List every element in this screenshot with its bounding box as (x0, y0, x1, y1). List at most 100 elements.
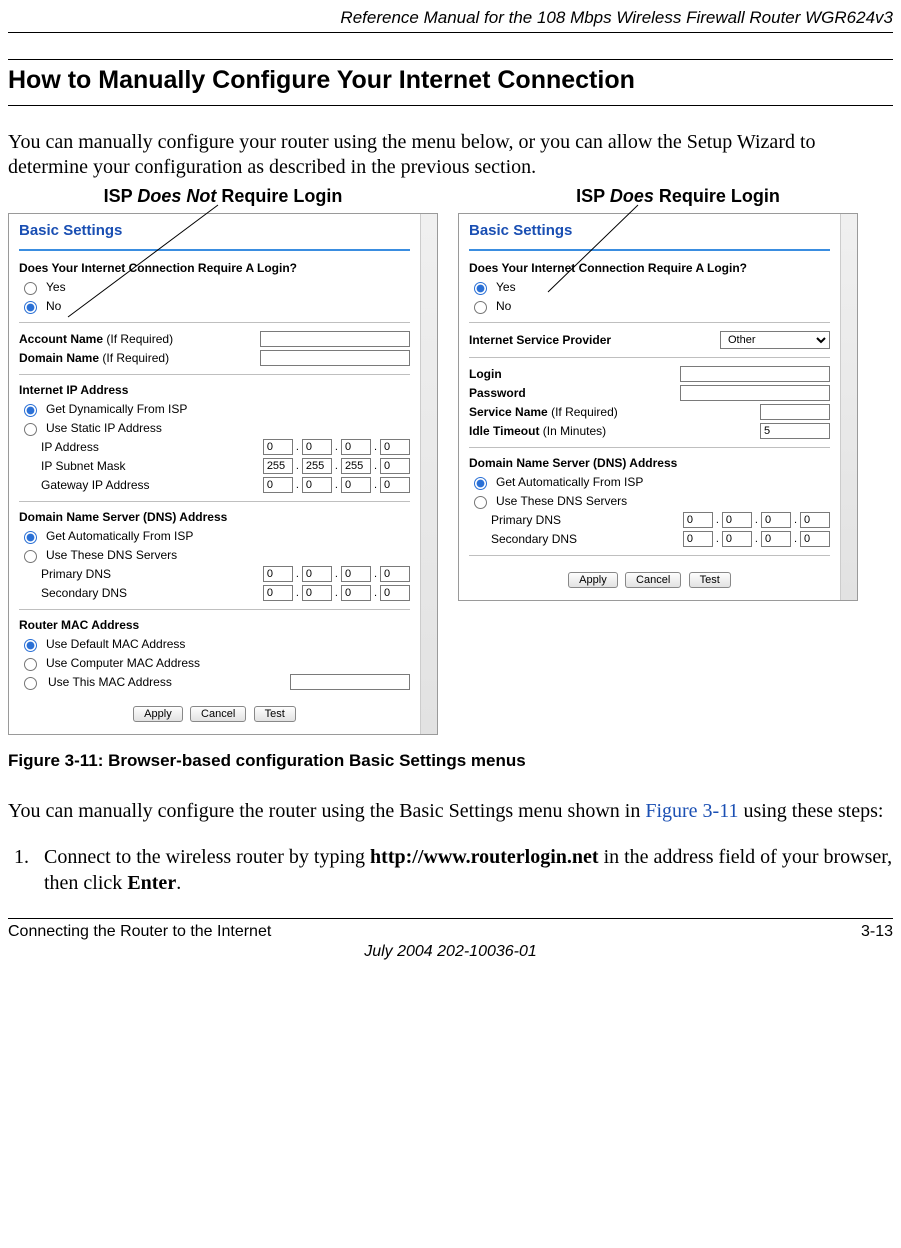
ip-d[interactable] (380, 439, 410, 455)
password-label: Password (469, 386, 526, 400)
caption-right: ISP Does Require Login (478, 186, 878, 207)
pdns-d-l[interactable] (380, 566, 410, 582)
figure-link[interactable]: Figure 3-11 (645, 800, 738, 822)
label-static-ip: Use Static IP Address (46, 421, 162, 435)
mac-heading: Router MAC Address (19, 618, 410, 632)
sdns-c-l[interactable] (341, 585, 371, 601)
sdns-a-r[interactable] (683, 531, 713, 547)
ip-b[interactable] (302, 439, 332, 455)
sdns-d-l[interactable] (380, 585, 410, 601)
radio-mac-computer[interactable] (24, 658, 37, 671)
ip-c[interactable] (341, 439, 371, 455)
radio-dns-auto-right[interactable] (474, 477, 487, 490)
isp-select[interactable]: Other (720, 331, 830, 349)
primary-dns-group-right: . . . (683, 512, 830, 528)
radio-no-left[interactable] (24, 301, 37, 314)
gw-a[interactable] (263, 477, 293, 493)
radio-dns-use-right[interactable] (474, 496, 487, 509)
scrollbar-left[interactable] (420, 214, 437, 734)
subnet-label: IP Subnet Mask (41, 459, 257, 473)
figure-caption: Figure 3-11: Browser-based configuration… (8, 751, 893, 771)
pdns-a-l[interactable] (263, 566, 293, 582)
cancel-button-left[interactable]: Cancel (190, 706, 246, 722)
gateway-group: . . . (263, 477, 410, 493)
pdns-c-l[interactable] (341, 566, 371, 582)
panel-title-right: Basic Settings (469, 222, 830, 245)
radio-yes-right[interactable] (474, 282, 487, 295)
page-footer: Connecting the Router to the Internet 3-… (8, 918, 893, 961)
pdns-d-r[interactable] (800, 512, 830, 528)
sdns-c-r[interactable] (761, 531, 791, 547)
caption-right-post: Require Login (654, 186, 780, 206)
mask-b[interactable] (302, 458, 332, 474)
radio-dns-use-left[interactable] (24, 550, 37, 563)
ip-address-group: . . . (263, 439, 410, 455)
gw-b[interactable] (302, 477, 332, 493)
radio-no-right[interactable] (474, 301, 487, 314)
sdns-a-l[interactable] (263, 585, 293, 601)
pdns-a-r[interactable] (683, 512, 713, 528)
ip-a[interactable] (263, 439, 293, 455)
scrollbar-right[interactable] (840, 214, 857, 600)
after-figure-paragraph: You can manually configure the router us… (8, 799, 893, 824)
after-figure-post: using these steps: (738, 800, 883, 822)
login-input[interactable] (680, 366, 830, 382)
account-name-input[interactable] (260, 331, 410, 347)
sdns-b-r[interactable] (722, 531, 752, 547)
pdns-b-l[interactable] (302, 566, 332, 582)
radio-mac-this[interactable] (24, 677, 37, 690)
radio-static-ip[interactable] (24, 423, 37, 436)
if-required-right: (If Required) (551, 405, 618, 419)
internet-ip-heading: Internet IP Address (19, 383, 410, 397)
gw-c[interactable] (341, 477, 371, 493)
apply-button-right[interactable]: Apply (568, 572, 618, 588)
gateway-label: Gateway IP Address (41, 478, 257, 492)
caption-right-em: Does (610, 186, 654, 206)
test-button-right[interactable]: Test (689, 572, 731, 588)
radio-dyn-ip[interactable] (24, 404, 37, 417)
pdns-c-r[interactable] (761, 512, 791, 528)
mask-c[interactable] (341, 458, 371, 474)
cancel-button-right[interactable]: Cancel (625, 572, 681, 588)
secondary-dns-group-left: . . . (263, 585, 410, 601)
radio-yes-left[interactable] (24, 282, 37, 295)
secondary-dns-label-left: Secondary DNS (41, 586, 257, 600)
caption-left-pre: ISP (104, 186, 138, 206)
domain-name-input[interactable] (260, 350, 410, 366)
radio-dns-auto-left[interactable] (24, 531, 37, 544)
pdns-b-r[interactable] (722, 512, 752, 528)
password-input[interactable] (680, 385, 830, 401)
apply-button-left[interactable]: Apply (133, 706, 183, 722)
divider (19, 322, 410, 323)
steps-list: Connect to the wireless router by typing… (8, 844, 893, 896)
step1-url: http://www.routerlogin.net (370, 846, 599, 868)
page-heading: How to Manually Configure Your Internet … (8, 59, 893, 106)
divider (469, 357, 830, 358)
service-name-input[interactable] (760, 404, 830, 420)
sdns-b-l[interactable] (302, 585, 332, 601)
mask-a[interactable] (263, 458, 293, 474)
panel-login: Basic Settings Does Your Internet Connec… (458, 213, 858, 601)
after-figure-pre: You can manually configure the router us… (8, 800, 645, 822)
caption-left-post: Require Login (216, 186, 342, 206)
mask-d[interactable] (380, 458, 410, 474)
secondary-dns-group-right: . . . (683, 531, 830, 547)
label-yes-left: Yes (46, 280, 66, 294)
caption-right-pre: ISP (576, 186, 610, 206)
sdns-d-r[interactable] (800, 531, 830, 547)
login-question-left: Does Your Internet Connection Require A … (19, 261, 410, 275)
step1-pre: Connect to the wireless router by typing (44, 846, 370, 868)
label-dns-use-right: Use These DNS Servers (496, 494, 627, 508)
header-reference: Reference Manual for the 108 Mbps Wirele… (8, 8, 893, 33)
caption-left: ISP Does Not Require Login (8, 186, 438, 207)
test-button-left[interactable]: Test (254, 706, 296, 722)
mac-this-input[interactable] (290, 674, 410, 690)
label-dns-auto-left: Get Automatically From ISP (46, 529, 193, 543)
label-no-right: No (496, 299, 511, 313)
idle-input[interactable] (760, 423, 830, 439)
dns-heading-right: Domain Name Server (DNS) Address (469, 456, 830, 470)
radio-mac-default[interactable] (24, 639, 37, 652)
label-dns-use-left: Use These DNS Servers (46, 548, 177, 562)
if-required-hint2: (If Required) (102, 351, 169, 365)
gw-d[interactable] (380, 477, 410, 493)
